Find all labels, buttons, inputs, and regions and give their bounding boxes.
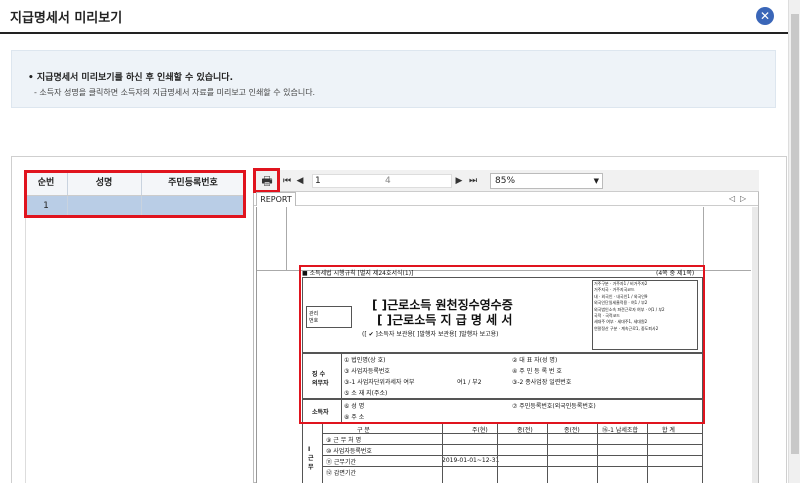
scrollbar-thumb[interactable] — [791, 14, 799, 454]
payer-row-1-right: ② 대 표 자(성 명) — [512, 357, 558, 364]
page-number-input[interactable]: 1 4 — [312, 174, 452, 188]
payer-row-3-mid: 여1 / 부2 — [457, 379, 482, 386]
table-line — [647, 423, 648, 483]
notice-line-1: • 지급명세서 미리보기를 하신 후 인쇄할 수 있습니다. — [28, 73, 233, 83]
table-line — [322, 423, 323, 483]
table-line — [322, 466, 703, 467]
zoom-select[interactable]: 85% ▼ — [490, 173, 603, 189]
column-divider — [67, 196, 68, 216]
form-title-2: [ ]근로소득 지 급 명 세 서 — [377, 313, 513, 327]
earner-row-1-right: ⑦ 주민등록번호(외국인등록번호) — [512, 403, 596, 410]
payer-row-3-right: ③-2 종사업장 일련번호 — [512, 379, 572, 386]
earner-row-1-left: ⑥ 성 명 — [344, 403, 365, 410]
payer-row-2-right: ④ 주 민 등 록 번 호 — [512, 368, 562, 375]
earner-row-2-left: ⑧ 주 소 — [344, 414, 365, 421]
cell-seq: 1 — [43, 201, 49, 211]
table-line — [597, 423, 598, 483]
window-scrollbar[interactable] — [788, 0, 800, 483]
table-side-label: Ⅰ근무 — [308, 446, 314, 471]
payer-row-4-left: ⑤ 소 재 지(주소) — [344, 390, 388, 397]
form-header-left: ■ 소득세법 시행규칙 [별지 제24호서식(1)] — [302, 270, 414, 277]
chevron-down-icon: ▼ — [593, 177, 599, 185]
earner-grid — [25, 170, 245, 483]
tab-bar — [254, 193, 758, 206]
zoom-value: 85% — [495, 176, 516, 186]
report-scroll-gutter[interactable] — [752, 207, 758, 483]
table-row-label: ⑩ 사업자등록번호 — [326, 448, 372, 455]
table-row-label: ⑪ 근무기간 — [326, 459, 356, 466]
table-row-label: ⑨ 근 무 처 명 — [326, 437, 362, 444]
payer-row-1-left: ① 법인명(상 호) — [344, 357, 386, 364]
current-page: 1 — [315, 176, 321, 186]
table-line — [322, 455, 703, 456]
print-icon[interactable]: 🖶 — [257, 170, 277, 192]
payer-label: 징 수 의무자 — [312, 371, 329, 387]
table-line — [547, 423, 548, 483]
earner-label: 소득자 — [312, 409, 329, 416]
column-divider — [141, 196, 142, 216]
column-header-resident-no[interactable]: 주민등록번호 — [141, 171, 245, 196]
notice-box: • 지급명세서 미리보기를 하신 후 인쇄할 수 있습니다. - 소득자 성명을… — [11, 50, 776, 108]
last-page-icon[interactable]: ⏭ — [467, 170, 479, 192]
window-title: 지급명세서 미리보기 — [10, 11, 123, 26]
work-period-value: 2019-01-01~12-31 — [442, 457, 500, 464]
page-margin-guide — [703, 207, 704, 271]
table-row[interactable]: 1 — [25, 196, 245, 216]
notice-line-2: - 소득자 성명을 클릭하면 소득자의 지급명세서 자료를 미리보고 인쇄할 수… — [34, 88, 316, 97]
residency-box-text: 거주구분 · 거주자1 / 비거주자2 거주지국 · 거주지국코드 내 · 외국… — [594, 281, 665, 331]
form-subtitle: ([ ✔ ]소득자 보관용[ ]발행자 보관용[ ]발행자 보고용) — [362, 331, 499, 338]
payer-row-2-left: ③ 사업자등록번호 — [344, 368, 390, 375]
grid-header: 순번 성명 주민등록번호 — [25, 171, 245, 196]
page-margin-guide — [286, 207, 287, 271]
close-icon[interactable]: ✕ — [756, 7, 774, 25]
payer-row-3-left: ③-1 사업자단위과세자 여부 — [344, 379, 415, 386]
tab-next-icon[interactable]: ▷ — [740, 193, 746, 205]
table-line — [442, 423, 443, 483]
table-line — [322, 444, 703, 445]
title-bar: 지급명세서 미리보기 ✕ — [0, 0, 800, 34]
tab-report[interactable]: REPORT — [256, 192, 296, 206]
column-header-name[interactable]: 성명 — [67, 171, 141, 196]
form-header-right: (4쪽 중 제1쪽) — [656, 270, 695, 277]
table-line — [322, 433, 703, 434]
tab-prev-icon[interactable]: ◁ — [729, 193, 735, 205]
withholding-receipt-form: ■ 소득세법 시행규칙 [별지 제24호서식(1)] (4쪽 중 제1쪽) 관리… — [302, 266, 703, 483]
total-pages: 4 — [385, 176, 391, 186]
mgmt-no-label: 관리 번호 — [309, 311, 319, 324]
table-row-label: ⑫ 감면기간 — [326, 470, 356, 477]
next-page-icon[interactable]: ▶ — [453, 170, 465, 192]
prev-page-icon[interactable]: ◀ — [294, 170, 306, 192]
column-header-seq[interactable]: 순번 — [25, 171, 67, 196]
table-line — [497, 423, 498, 483]
first-page-icon[interactable]: ⏮ — [281, 170, 293, 192]
